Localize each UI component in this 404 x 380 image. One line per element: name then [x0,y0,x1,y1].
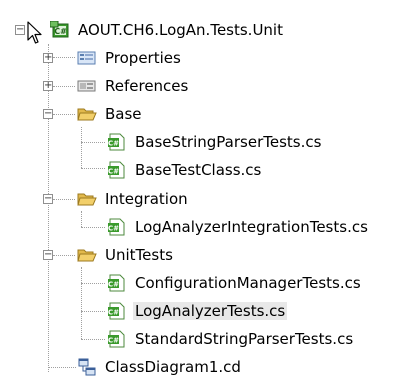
tree-guide-line [81,168,105,169]
tree-item-references[interactable]: References [77,73,190,99]
folder-open-icon [77,190,97,208]
tree-item-folder-integration[interactable]: Integration [77,186,190,212]
tree-guide-line [53,86,75,87]
tree-guide-line [53,114,75,115]
tree-item-class-diagram[interactable]: ClassDiagram1.cd [77,354,243,380]
csharp-file-icon: C# [107,274,127,292]
csharp-file-icon: C# [107,302,127,320]
solution-explorer-tree: − + + − − − C# AOUT.CH6.LogAn.Tests.Unit [0,0,404,379]
svg-text:C#: C# [108,337,119,345]
tree-guide-line [81,227,105,228]
tree-item-file-selected[interactable]: C# LogAnalyzerTests.cs [107,298,288,324]
folder-open-icon [77,105,97,123]
collapse-root-toggle[interactable]: − [15,25,25,35]
tree-item-folder-unittests[interactable]: UnitTests [77,242,175,268]
expand-properties-toggle[interactable]: + [43,53,53,63]
svg-text:C#: C# [108,140,119,148]
collapse-base-toggle[interactable]: − [43,109,53,119]
tree-item-folder-base[interactable]: Base [77,101,144,127]
tree-guide-line [81,211,82,227]
project-root-label: AOUT.CH6.LogAn.Tests.Unit [78,21,283,39]
class-diagram-label: ClassDiagram1.cd [105,358,241,376]
tree-guide-line [48,44,49,372]
tree-item-file[interactable]: C# BaseStringParserTests.cs [107,129,323,155]
csharp-file-icon: C# [107,161,127,179]
csharp-file-icon: C# [107,330,127,348]
svg-text:C#: C# [108,225,119,233]
tree-guide-line [53,255,75,256]
folder-integration-label: Integration [105,190,188,208]
file-label: BaseTestClass.cs [135,161,262,179]
tree-item-file[interactable]: C# ConfigurationManagerTests.cs [107,270,363,296]
tree-guide-line [48,367,76,368]
tree-guide-line [53,57,75,58]
svg-text:C#: C# [108,168,119,176]
collapse-unittests-toggle[interactable]: − [43,250,53,260]
expand-references-toggle[interactable]: + [43,81,53,91]
csharp-file-icon: C# [107,133,127,151]
collapse-integration-toggle[interactable]: − [43,194,53,204]
class-diagram-icon [77,358,97,376]
svg-text:C#: C# [54,27,67,36]
svg-text:C#: C# [108,281,119,289]
csharp-project-icon: C# [50,21,70,39]
folder-base-label: Base [105,105,142,123]
tree-guide-line [81,142,105,143]
tree-guide-line [53,199,75,200]
file-label: StandardStringParserTests.cs [135,330,354,348]
tree-guide-line [81,127,82,168]
folder-open-icon [77,246,97,264]
properties-label: Properties [105,49,181,67]
tree-guide-line [81,339,105,340]
tree-guide-line [81,283,105,284]
tree-guide-line [81,267,82,339]
tree-guide-line [81,311,105,312]
folder-unittests-label: UnitTests [105,246,173,264]
tree-item-file[interactable]: C# LogAnalyzerIntegrationTests.cs [107,214,370,240]
csharp-file-icon: C# [107,218,127,236]
file-label: LogAnalyzerIntegrationTests.cs [135,218,368,236]
tree-item-file[interactable]: C# StandardStringParserTests.cs [107,326,355,352]
references-label: References [105,77,189,95]
tree-item-properties[interactable]: Properties [77,45,183,71]
file-label: LogAnalyzerTests.cs [133,302,288,320]
mouse-pointer-icon [27,21,42,44]
properties-icon [77,49,97,67]
svg-text:C#: C# [108,309,119,317]
tree-item-file[interactable]: C# BaseTestClass.cs [107,157,263,183]
tree-item-project-root[interactable]: C# AOUT.CH6.LogAn.Tests.Unit [50,17,285,43]
file-label: ConfigurationManagerTests.cs [135,274,361,292]
file-label: BaseStringParserTests.cs [135,133,322,151]
references-icon [77,77,97,95]
